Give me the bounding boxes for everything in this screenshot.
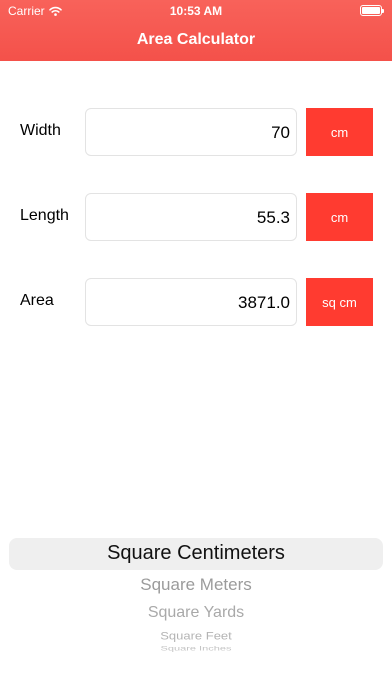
area-row: Area 3871.0 sq cm — [0, 278, 392, 326]
width-label: Width — [20, 122, 61, 139]
width-row: Width 70 cm — [0, 108, 392, 156]
length-row: Length 55.3 cm — [0, 193, 392, 241]
width-unit-button[interactable]: cm — [306, 108, 373, 156]
picker-item-square-meters[interactable]: Square Meters — [0, 575, 392, 595]
picker-item-square-inches[interactable]: Square Inches — [0, 646, 392, 653]
carrier-label: Carrier — [8, 4, 45, 18]
picker-item-square-feet[interactable]: Square Feet — [0, 629, 392, 642]
wifi-icon — [48, 6, 62, 16]
length-unit-button[interactable]: cm — [306, 193, 373, 241]
picker-item-square-yards[interactable]: Square Yards — [0, 604, 392, 622]
area-label: Area — [20, 292, 54, 309]
length-input[interactable]: 55.3 — [85, 193, 297, 241]
length-label: Length — [20, 207, 69, 224]
battery-icon — [360, 5, 384, 16]
carrier-group: Carrier — [8, 4, 62, 18]
width-input[interactable]: 70 — [85, 108, 297, 156]
picker-item-square-centimeters[interactable]: Square Centimeters — [0, 542, 392, 565]
unit-picker[interactable]: Square Centimeters Square Meters Square … — [0, 530, 392, 660]
area-output[interactable]: 3871.0 — [85, 278, 297, 326]
status-bar: Carrier 10:53 AM — [0, 0, 392, 22]
area-unit-button[interactable]: sq cm — [306, 278, 373, 326]
page-title: Area Calculator — [136, 31, 256, 48]
app-header: Carrier 10:53 AM Area Calculator — [0, 0, 392, 61]
